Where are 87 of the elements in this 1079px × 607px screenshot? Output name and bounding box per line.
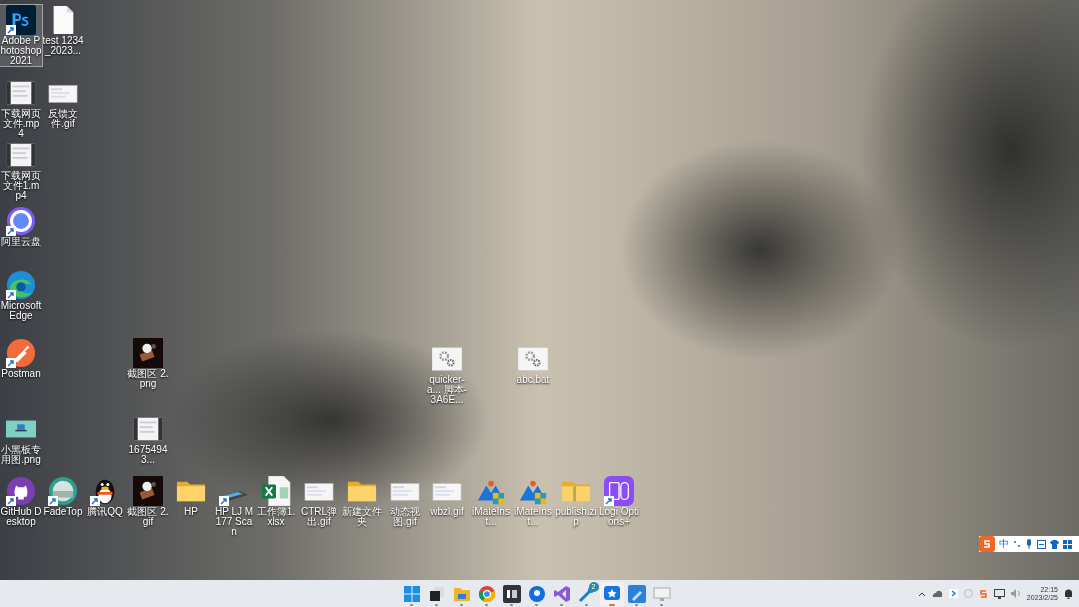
running-indicator [585, 603, 588, 606]
desktop-icon[interactable]: HP [170, 476, 212, 517]
app-tile-icon [502, 584, 521, 603]
overlapping-windows-icon [427, 584, 446, 603]
desktop-icon[interactable]: Microsoft Edge [0, 270, 42, 321]
spreadsheet-icon [261, 476, 291, 506]
input-mode-button[interactable]: 中 [999, 538, 1009, 550]
running-indicator [608, 603, 615, 606]
desktop-icon[interactable]: HP LJ M177 Scan [213, 476, 255, 537]
desktop-icon[interactable]: 反馈文件.gif [42, 78, 84, 129]
icon-label: HP LJ M177 Scan [213, 507, 255, 537]
icon-label: 小黑板专用图.png [0, 445, 42, 465]
desktop-icon[interactable]: 下载网页文件1.mp4 [0, 140, 42, 201]
icon-label: 新建文件夹 [341, 507, 383, 527]
running-indicator [560, 603, 563, 606]
icon-label: 阿里云盘 [1, 237, 41, 247]
icon-label: 下载网页文件1.mp4 [0, 171, 42, 201]
icon-label: CTRL弹出.gif [299, 507, 339, 527]
desktop-icon[interactable]: quicker-a... 脚本-3A6E... [426, 344, 468, 405]
icon-label: iMateInst... [513, 507, 553, 527]
icon-label: wbzl.gif [430, 507, 464, 517]
chevron-up-icon[interactable] [917, 590, 926, 597]
icon-label: 动态视图.gif [389, 507, 421, 527]
infinity-logo-icon [552, 584, 571, 603]
icon-label: 截图区 2.png [127, 369, 169, 389]
desktop-icon[interactable]: 阿里云盘 [0, 206, 42, 247]
icon-label: abc.bat [516, 375, 550, 385]
app-tray-icon[interactable] [948, 589, 958, 598]
desktop-icon[interactable]: 下载网页文件.mp4 [0, 78, 42, 139]
icon-label: HP [184, 507, 198, 517]
running-indicator [485, 603, 488, 606]
icon-label: iMateInst... [471, 507, 511, 527]
desktop-icon[interactable]: Postman [0, 338, 42, 379]
icon-label: Logi Options+ [598, 507, 640, 527]
icon-label: Postman [1, 369, 41, 379]
icon-label: 反馈文件.gif [47, 109, 79, 129]
cartoon-sticker-icon [133, 338, 163, 368]
running-indicator [635, 603, 638, 606]
monitor-icon [652, 584, 671, 603]
icon-label: 16754943... [127, 445, 169, 465]
star-bubble-icon [602, 584, 621, 603]
desktop-icon[interactable]: 16754943... [127, 414, 169, 465]
desktop-icon[interactable]: 工作簿1.xlsx [255, 476, 297, 527]
running-indicator [660, 603, 663, 606]
punctuation-icon[interactable] [1013, 540, 1021, 548]
sogou-tray-icon[interactable] [978, 588, 988, 599]
microphone-icon[interactable] [1025, 539, 1033, 549]
running-indicator [435, 603, 438, 606]
icon-label: 截图区 2.gif [127, 507, 169, 527]
running-indicator [535, 603, 538, 606]
icon-label: Adobe Photoshop 2021 [0, 36, 42, 66]
shirt-icon[interactable] [1050, 539, 1059, 549]
desktop-icon[interactable]: 截图区 2.gif [127, 476, 169, 527]
bubble-icon [527, 584, 546, 603]
icon-label: quicker-a... 脚本-3A6E... [426, 375, 468, 405]
icon-label: 腾讯QQ [87, 507, 123, 517]
grid-icon[interactable] [1063, 539, 1072, 549]
running-indicator [460, 603, 463, 606]
keyboard-icon[interactable] [1037, 539, 1046, 549]
sogou-logo-icon[interactable] [979, 536, 995, 552]
desktop-icon[interactable]: 小黑板专用图.png [0, 414, 42, 465]
icon-label: publish.zip [555, 507, 597, 527]
display-icon[interactable] [993, 588, 1005, 599]
icon-label: 工作簿1.xlsx [255, 507, 297, 527]
icon-label: test 1234_2023... [42, 36, 84, 56]
icon-label: Microsoft Edge [0, 301, 42, 321]
desktop-icon[interactable]: GitHub Desktop [0, 476, 42, 527]
icon-label: FadeTop [43, 507, 83, 517]
desktop-icon[interactable]: FadeTop [42, 476, 84, 517]
icon-label: 下载网页文件.mp4 [0, 109, 42, 139]
windows-logo-icon [402, 584, 421, 603]
desktop-icon[interactable]: Adobe Photoshop 2021 [0, 5, 42, 66]
gear-file-icon [432, 344, 462, 374]
desktop-icon[interactable]: 截图区 2.png [127, 338, 169, 389]
running-indicator [510, 603, 513, 606]
notification-bell-icon[interactable] [1064, 588, 1073, 599]
icon-label: GitHub Desktop [0, 507, 42, 527]
desktop-icon[interactable]: 腾讯QQ [84, 476, 126, 517]
running-indicator [410, 603, 413, 606]
browser-logo-icon [477, 584, 496, 603]
desktop-icon[interactable]: test 1234_2023... [42, 5, 84, 56]
pen-tile-icon [627, 584, 646, 603]
cloud-icon[interactable] [931, 589, 943, 598]
speaker-icon[interactable] [1010, 589, 1021, 598]
desktop-icon[interactable]: CTRL弹出.gif [298, 476, 340, 527]
gear-file-icon [518, 344, 548, 374]
cartoon-sticker-icon [133, 476, 163, 506]
